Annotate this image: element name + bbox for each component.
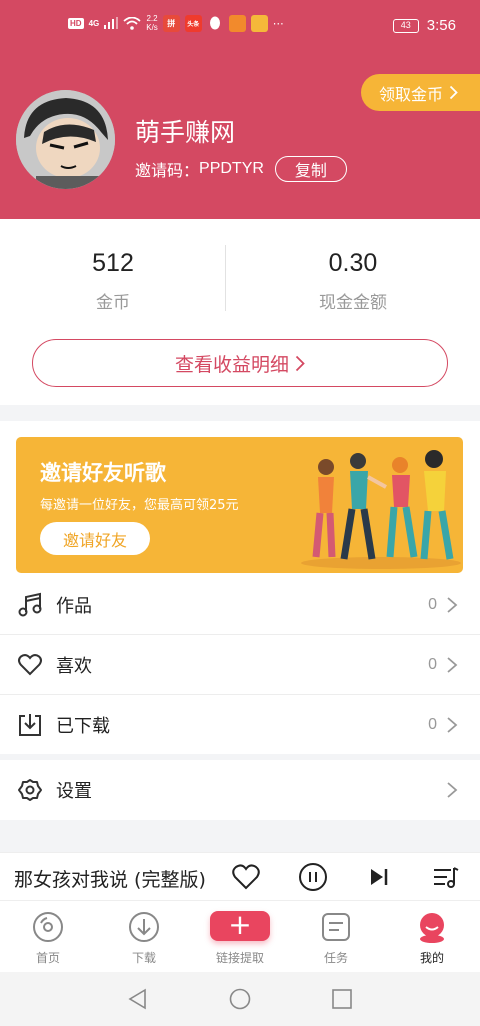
news-app-icon	[228, 14, 246, 32]
toutiao-app-icon: 头条	[184, 14, 202, 32]
status-left: HD 4G 2.2 K/s 拼 头条 ⋯	[68, 14, 284, 32]
invite-row: 邀请码： PPDTYR 复制	[135, 156, 347, 182]
coins-label: 金币	[96, 293, 130, 313]
tab-download[interactable]: 下载	[96, 901, 192, 973]
invite-label: 邀请码：	[135, 161, 200, 180]
claim-coins-label: 领取金币	[379, 84, 444, 104]
menu-item-likes[interactable]: 喜欢 0	[0, 635, 480, 695]
dancing-people-illustration	[301, 450, 461, 569]
menu-item-label: 已下载	[56, 716, 110, 737]
tab-label: 链接提取	[215, 951, 264, 965]
back-icon[interactable]	[127, 988, 149, 1010]
coins-stat[interactable]: 512 金币	[0, 249, 226, 313]
wifi-icon	[123, 16, 141, 30]
chevron-right-icon	[447, 597, 458, 613]
invite-friends-label: 邀请好友	[62, 530, 127, 550]
pinduoduo-app-icon: 拼	[162, 14, 180, 32]
chevron-right-icon	[447, 782, 458, 798]
tab-mine[interactable]: 我的	[384, 901, 480, 973]
banner-section: 邀请好友听歌 每邀请一位好友，您最高可领25元 邀请好友	[0, 421, 480, 585]
detail-button-label: 查看收益明细	[174, 353, 289, 376]
avatar-image	[16, 90, 115, 189]
chevron-right-icon	[447, 717, 458, 733]
banner-title: 邀请好友听歌	[40, 461, 166, 485]
earnings-summary: 512 金币 0.30 现金金额 查看收益明细	[0, 219, 480, 405]
net-speed: 2.2 K/s	[146, 14, 158, 32]
menu-item-count: 0	[428, 596, 437, 613]
clock: 3:56	[426, 17, 456, 34]
tab-label: 任务	[323, 951, 348, 965]
network-type: 4G	[88, 18, 100, 28]
like-song-icon[interactable]	[231, 862, 261, 892]
chevron-right-icon	[295, 355, 305, 371]
copy-label: 复制	[294, 161, 327, 180]
chevron-right-icon	[449, 85, 458, 100]
tab-home[interactable]: 首页	[0, 901, 96, 973]
menu-item-count: 0	[428, 716, 437, 733]
task-icon	[322, 913, 350, 941]
coupon-app-icon	[250, 14, 268, 32]
more-notifications-icon: ⋯	[272, 17, 284, 30]
music-note-icon	[18, 592, 42, 617]
status-bar: HD 4G 2.2 K/s 拼 头条 ⋯ 43 3:56	[0, 0, 480, 56]
qq-app-icon	[207, 15, 224, 32]
banner-subtitle: 每邀请一位好友，您最高可领25元	[40, 498, 239, 513]
view-earnings-detail-button[interactable]: 查看收益明细	[32, 339, 448, 387]
menu-item-label: 作品	[56, 596, 92, 617]
menu-item-downloaded[interactable]: 已下载 0	[0, 695, 480, 755]
avatar[interactable]	[16, 90, 115, 189]
menu-item-label: 设置	[56, 781, 92, 802]
heart-icon	[18, 654, 42, 676]
download-icon	[19, 714, 41, 736]
pause-icon[interactable]	[298, 862, 328, 892]
tab-label: 下载	[131, 951, 156, 965]
disc-icon	[33, 912, 63, 942]
hd-badge: HD	[68, 17, 84, 29]
plus-icon: +	[210, 911, 270, 941]
cash-stat[interactable]: 0.30 现金金额	[240, 249, 466, 313]
menu-item-label: 喜欢	[56, 656, 92, 677]
chevron-right-icon	[447, 657, 458, 673]
tab-tasks[interactable]: 任务	[288, 901, 384, 973]
menu-item-settings[interactable]: 设置	[0, 760, 480, 820]
settings-section: 设置	[0, 760, 480, 820]
battery-icon: 43	[392, 18, 419, 33]
username: 萌手赚网	[135, 118, 236, 147]
download-circle-icon	[129, 912, 159, 942]
my-content-menu: 作品 0 喜欢 0 已下载 0	[0, 575, 480, 754]
tab-link-extract[interactable]: + 链接提取	[192, 901, 288, 973]
profile-header: HD 4G 2.2 K/s 拼 头条 ⋯ 43 3:56 领取金币 萌手赚网 邀…	[0, 0, 480, 219]
invite-code: PPDTYR	[199, 160, 264, 177]
net-speed-value: 2.2	[146, 14, 158, 23]
invite-friends-banner[interactable]: 邀请好友听歌 每邀请一位好友，您最高可领25元 邀请好友	[16, 437, 463, 573]
recents-icon[interactable]	[331, 988, 353, 1010]
playlist-icon[interactable]	[431, 862, 461, 892]
coins-value: 512	[92, 249, 134, 277]
tab-label: 首页	[35, 951, 60, 965]
claim-coins-button[interactable]: 领取金币	[361, 74, 480, 111]
invite-friends-button[interactable]: 邀请好友	[40, 522, 150, 555]
stats-divider	[225, 245, 226, 311]
system-nav-bar	[0, 972, 480, 1026]
mini-player[interactable]: 那女孩对我说 (完整版)	[0, 852, 480, 900]
copy-invite-code-button[interactable]: 复制	[274, 156, 347, 182]
tab-label: 我的	[419, 951, 444, 965]
gear-icon	[18, 779, 42, 801]
status-right: 43 3:56	[392, 17, 456, 34]
signal-icon	[104, 17, 119, 29]
cash-label: 现金金额	[319, 293, 387, 313]
profile-icon	[420, 913, 444, 943]
menu-item-works[interactable]: 作品 0	[0, 575, 480, 635]
now-playing-title: 那女孩对我说 (完整版)	[14, 869, 206, 891]
next-track-icon[interactable]	[364, 862, 394, 892]
home-icon[interactable]	[229, 988, 251, 1010]
net-speed-unit: K/s	[146, 23, 158, 32]
cash-value: 0.30	[328, 249, 378, 277]
bottom-tab-bar: 首页 下载 + 链接提取 任务 我的	[0, 900, 480, 972]
menu-item-count: 0	[428, 656, 437, 673]
